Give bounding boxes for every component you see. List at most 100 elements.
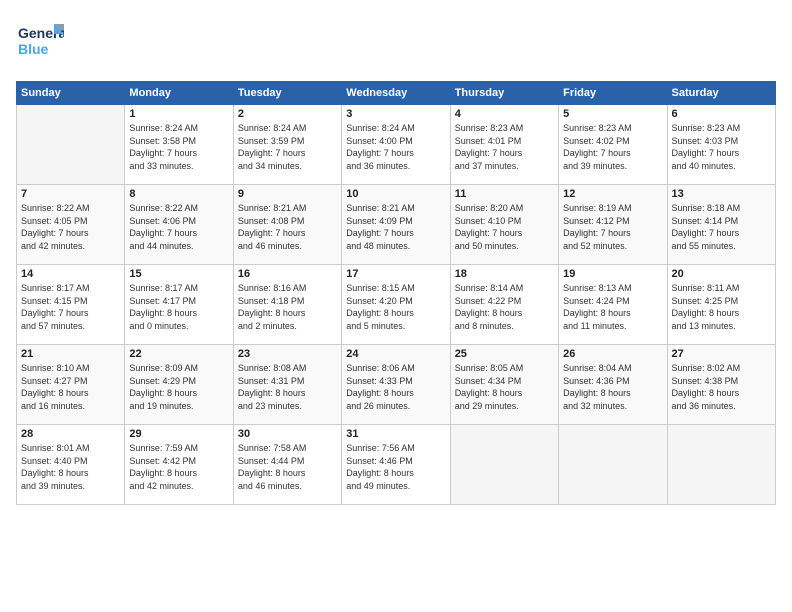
daylight-text: Daylight: 7 hours	[563, 228, 631, 238]
day-number: 2	[238, 108, 337, 120]
day-cell: 31Sunrise: 7:56 AMSunset: 4:46 PMDayligh…	[342, 425, 450, 505]
sunset-text: Sunset: 4:36 PM	[563, 376, 630, 386]
day-number: 8	[129, 188, 228, 200]
logo-icon: General Blue	[16, 16, 64, 64]
sunset-text: Sunset: 4:12 PM	[563, 216, 630, 226]
daylight-text-2: and 50 minutes.	[455, 241, 519, 251]
sunrise-text: Sunrise: 8:13 AM	[563, 283, 632, 293]
day-info: Sunrise: 8:23 AMSunset: 4:03 PMDaylight:…	[672, 122, 771, 172]
day-header-friday: Friday	[559, 82, 667, 105]
day-info: Sunrise: 8:02 AMSunset: 4:38 PMDaylight:…	[672, 362, 771, 412]
sunrise-text: Sunrise: 8:23 AM	[672, 123, 741, 133]
day-header-tuesday: Tuesday	[233, 82, 341, 105]
day-info: Sunrise: 7:58 AMSunset: 4:44 PMDaylight:…	[238, 442, 337, 492]
day-number: 3	[346, 108, 445, 120]
daylight-text-2: and 39 minutes.	[21, 481, 85, 491]
day-cell: 13Sunrise: 8:18 AMSunset: 4:14 PMDayligh…	[667, 185, 775, 265]
day-cell: 18Sunrise: 8:14 AMSunset: 4:22 PMDayligh…	[450, 265, 558, 345]
day-info: Sunrise: 8:17 AMSunset: 4:15 PMDaylight:…	[21, 282, 120, 332]
sunset-text: Sunset: 4:09 PM	[346, 216, 413, 226]
day-number: 17	[346, 268, 445, 280]
sunrise-text: Sunrise: 8:17 AM	[21, 283, 90, 293]
sunset-text: Sunset: 4:00 PM	[346, 136, 413, 146]
day-cell: 6Sunrise: 8:23 AMSunset: 4:03 PMDaylight…	[667, 105, 775, 185]
day-cell: 20Sunrise: 8:11 AMSunset: 4:25 PMDayligh…	[667, 265, 775, 345]
sunrise-text: Sunrise: 8:10 AM	[21, 363, 90, 373]
day-number: 15	[129, 268, 228, 280]
daylight-text: Daylight: 7 hours	[21, 228, 89, 238]
day-info: Sunrise: 8:22 AMSunset: 4:05 PMDaylight:…	[21, 202, 120, 252]
sunset-text: Sunset: 4:31 PM	[238, 376, 305, 386]
day-cell: 27Sunrise: 8:02 AMSunset: 4:38 PMDayligh…	[667, 345, 775, 425]
daylight-text-2: and 49 minutes.	[346, 481, 410, 491]
daylight-text-2: and 42 minutes.	[21, 241, 85, 251]
header: General Blue	[16, 16, 776, 69]
day-cell: 22Sunrise: 8:09 AMSunset: 4:29 PMDayligh…	[125, 345, 233, 425]
daylight-text-2: and 5 minutes.	[346, 321, 405, 331]
day-number: 18	[455, 268, 554, 280]
day-info: Sunrise: 8:24 AMSunset: 3:58 PMDaylight:…	[129, 122, 228, 172]
day-cell: 1 Sunrise: 8:24 AMSunset: 3:58 PMDaylight…	[125, 105, 233, 185]
day-info: Sunrise: 8:23 AMSunset: 4:02 PMDaylight:…	[563, 122, 662, 172]
daylight-text-2: and 37 minutes.	[455, 161, 519, 171]
sunset-text: Sunset: 4:42 PM	[129, 456, 196, 466]
day-number: 22	[129, 348, 228, 360]
sunrise-text: Sunrise: 8:04 AM	[563, 363, 632, 373]
day-cell: 14Sunrise: 8:17 AMSunset: 4:15 PMDayligh…	[17, 265, 125, 345]
day-cell: 24Sunrise: 8:06 AMSunset: 4:33 PMDayligh…	[342, 345, 450, 425]
daylight-text: Daylight: 8 hours	[129, 308, 197, 318]
sunset-text: Sunset: 4:38 PM	[672, 376, 739, 386]
week-row-1: 1 Sunrise: 8:24 AMSunset: 3:58 PMDaylight…	[17, 105, 776, 185]
daylight-text: Daylight: 7 hours	[21, 308, 89, 318]
daylight-text-2: and 2 minutes.	[238, 321, 297, 331]
sunset-text: Sunset: 4:20 PM	[346, 296, 413, 306]
daylight-text: Daylight: 7 hours	[238, 148, 306, 158]
sunset-text: Sunset: 4:34 PM	[455, 376, 522, 386]
day-info: Sunrise: 8:01 AMSunset: 4:40 PMDaylight:…	[21, 442, 120, 492]
daylight-text-2: and 8 minutes.	[455, 321, 514, 331]
day-info: Sunrise: 8:24 AMSunset: 4:00 PMDaylight:…	[346, 122, 445, 172]
day-info: Sunrise: 8:21 AMSunset: 4:08 PMDaylight:…	[238, 202, 337, 252]
daylight-text: Daylight: 7 hours	[672, 148, 740, 158]
sunrise-text: Sunrise: 8:24 AM	[129, 123, 198, 133]
day-cell	[450, 425, 558, 505]
daylight-text-2: and 48 minutes.	[346, 241, 410, 251]
day-number: 26	[563, 348, 662, 360]
day-info: Sunrise: 8:21 AMSunset: 4:09 PMDaylight:…	[346, 202, 445, 252]
daylight-text-2: and 42 minutes.	[129, 481, 193, 491]
daylight-text-2: and 46 minutes.	[238, 241, 302, 251]
week-row-2: 7Sunrise: 8:22 AMSunset: 4:05 PMDaylight…	[17, 185, 776, 265]
daylight-text: Daylight: 7 hours	[455, 148, 523, 158]
sunset-text: Sunset: 4:40 PM	[21, 456, 88, 466]
day-number: 19	[563, 268, 662, 280]
daylight-text: Daylight: 7 hours	[129, 228, 197, 238]
header-row: SundayMondayTuesdayWednesdayThursdayFrid…	[17, 82, 776, 105]
day-number: 1	[129, 108, 228, 120]
day-cell: 25Sunrise: 8:05 AMSunset: 4:34 PMDayligh…	[450, 345, 558, 425]
day-number: 24	[346, 348, 445, 360]
sunset-text: Sunset: 4:33 PM	[346, 376, 413, 386]
sunrise-text: Sunrise: 8:05 AM	[455, 363, 524, 373]
sunrise-text: Sunrise: 8:17 AM	[129, 283, 198, 293]
day-cell: 26Sunrise: 8:04 AMSunset: 4:36 PMDayligh…	[559, 345, 667, 425]
day-info: Sunrise: 8:17 AMSunset: 4:17 PMDaylight:…	[129, 282, 228, 332]
daylight-text-2: and 57 minutes.	[21, 321, 85, 331]
daylight-text: Daylight: 7 hours	[455, 228, 523, 238]
day-number: 4	[455, 108, 554, 120]
daylight-text-2: and 46 minutes.	[238, 481, 302, 491]
day-cell: 4Sunrise: 8:23 AMSunset: 4:01 PMDaylight…	[450, 105, 558, 185]
sunrise-text: Sunrise: 7:59 AM	[129, 443, 198, 453]
day-number: 12	[563, 188, 662, 200]
daylight-text: Daylight: 8 hours	[672, 388, 740, 398]
sunrise-text: Sunrise: 7:56 AM	[346, 443, 415, 453]
day-number: 31	[346, 428, 445, 440]
sunrise-text: Sunrise: 8:23 AM	[455, 123, 524, 133]
day-number: 11	[455, 188, 554, 200]
day-info: Sunrise: 8:18 AMSunset: 4:14 PMDaylight:…	[672, 202, 771, 252]
day-info: Sunrise: 8:13 AMSunset: 4:24 PMDaylight:…	[563, 282, 662, 332]
day-header-thursday: Thursday	[450, 82, 558, 105]
sunset-text: Sunset: 4:25 PM	[672, 296, 739, 306]
sunset-text: Sunset: 4:24 PM	[563, 296, 630, 306]
daylight-text: Daylight: 7 hours	[346, 148, 414, 158]
sunrise-text: Sunrise: 8:11 AM	[672, 283, 740, 293]
